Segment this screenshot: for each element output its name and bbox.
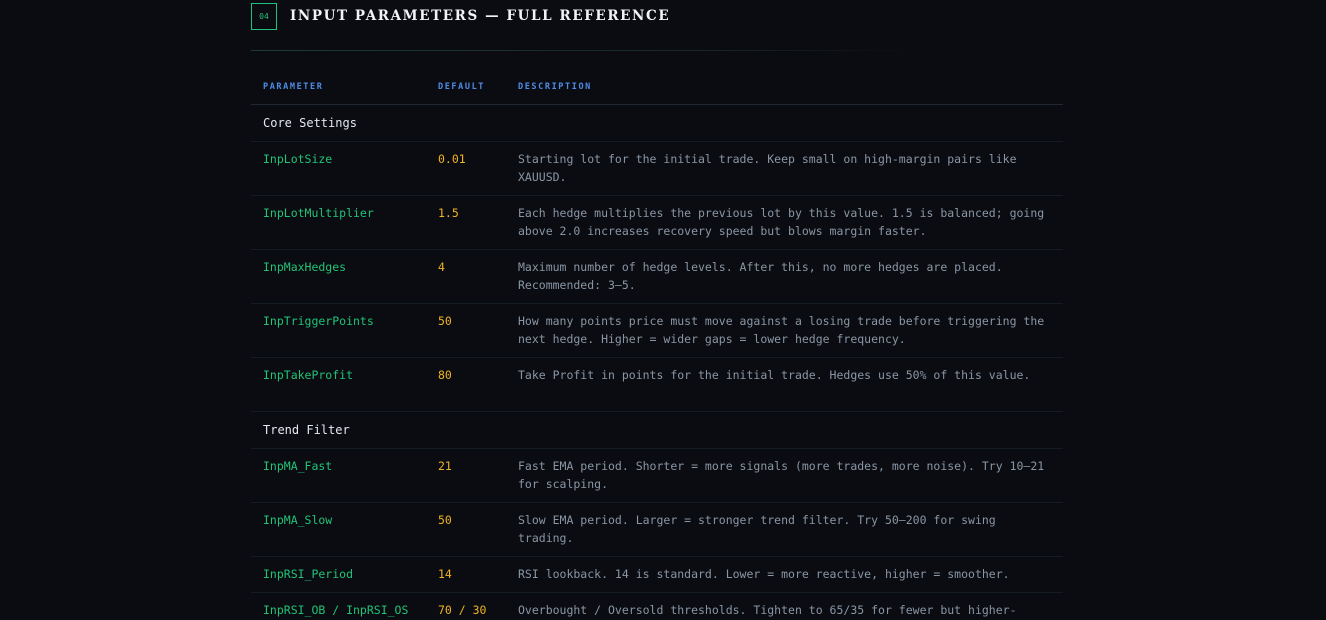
param-description: Starting lot for the initial trade. Keep…: [518, 141, 1063, 196]
table-row: InpRSI_OB / InpRSI_OS 70 / 30 Overbought…: [251, 592, 1063, 620]
table-row: InpTriggerPoints 50 How many points pric…: [251, 303, 1063, 358]
table-row: InpTakeProfit 80 Take Profit in points f…: [251, 357, 1063, 412]
param-default: 80: [438, 357, 518, 412]
table-header-row: PARAMETER DEFAULT DESCRIPTION: [251, 70, 1063, 105]
param-default: 1.5: [438, 195, 518, 250]
column-header-parameter: PARAMETER: [251, 70, 438, 105]
group-label: Core Settings: [251, 104, 1063, 142]
param-description: How many points price must move against …: [518, 303, 1063, 358]
table-row: InpMaxHedges 4 Maximum number of hedge l…: [251, 249, 1063, 304]
table-row: InpLotMultiplier 1.5 Each hedge multipli…: [251, 195, 1063, 250]
param-description: Fast EMA period. Shorter = more signals …: [518, 448, 1063, 503]
param-default: 21: [438, 448, 518, 503]
param-default: 4: [438, 249, 518, 304]
section-divider: [251, 50, 911, 51]
param-default: 50: [438, 502, 518, 557]
parameters-section: 04 INPUT PARAMETERS — FULL REFERENCE PAR…: [251, 0, 1063, 620]
table-row: InpMA_Slow 50 Slow EMA period. Larger = …: [251, 502, 1063, 557]
param-description: Overbought / Oversold thresholds. Tighte…: [518, 592, 1063, 620]
param-default: 0.01: [438, 141, 518, 196]
parameters-table: PARAMETER DEFAULT DESCRIPTION Core Setti…: [251, 70, 1063, 620]
param-description: Maximum number of hedge levels. After th…: [518, 249, 1063, 304]
param-default: 50: [438, 303, 518, 358]
section-header: 04 INPUT PARAMETERS — FULL REFERENCE: [251, 0, 1063, 32]
section-number-badge: 04: [251, 3, 277, 30]
param-name: InpMA_Fast: [251, 448, 438, 503]
param-name: InpRSI_OB / InpRSI_OS: [251, 592, 438, 620]
group-row: Trend Filter: [251, 411, 1063, 449]
param-description: Slow EMA period. Larger = stronger trend…: [518, 502, 1063, 557]
param-name: InpRSI_Period: [251, 556, 438, 593]
param-name: InpTriggerPoints: [251, 303, 438, 358]
table-row: InpMA_Fast 21 Fast EMA period. Shorter =…: [251, 448, 1063, 503]
group-label: Trend Filter: [251, 411, 1063, 449]
table-row: InpRSI_Period 14 RSI lookback. 14 is sta…: [251, 556, 1063, 593]
param-description: Take Profit in points for the initial tr…: [518, 357, 1063, 412]
table-row: InpLotSize 0.01 Starting lot for the ini…: [251, 141, 1063, 196]
group-row: Core Settings: [251, 104, 1063, 142]
param-name: InpLotMultiplier: [251, 195, 438, 250]
section-title: INPUT PARAMETERS — FULL REFERENCE: [290, 8, 671, 24]
param-default: 14: [438, 556, 518, 593]
param-name: InpMaxHedges: [251, 249, 438, 304]
param-description: RSI lookback. 14 is standard. Lower = mo…: [518, 556, 1063, 593]
column-header-default: DEFAULT: [438, 70, 518, 105]
column-header-description: DESCRIPTION: [518, 70, 1063, 105]
param-name: InpMA_Slow: [251, 502, 438, 557]
param-description: Each hedge multiplies the previous lot b…: [518, 195, 1063, 250]
param-default: 70 / 30: [438, 592, 518, 620]
param-name: InpLotSize: [251, 141, 438, 196]
param-name: InpTakeProfit: [251, 357, 438, 412]
